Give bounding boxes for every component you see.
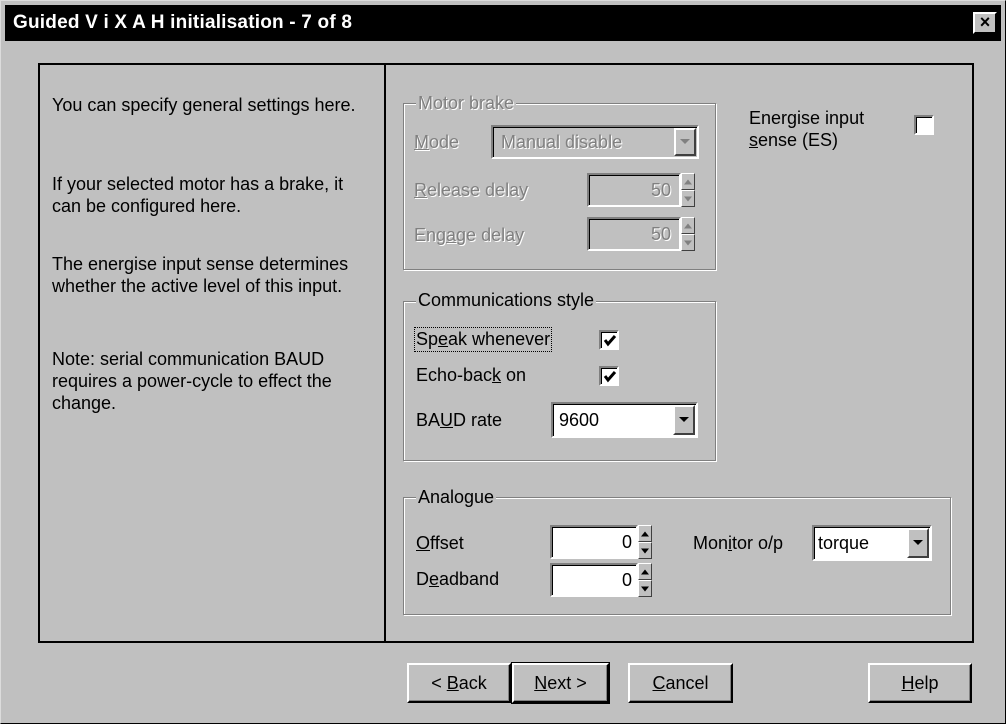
- deadband-label: Deadband: [416, 569, 500, 589]
- offset-field[interactable]: 0: [550, 525, 638, 559]
- engage-spin-down[interactable]: [681, 234, 695, 251]
- baud-dropdown-button[interactable]: [673, 405, 695, 435]
- close-icon: ×: [979, 12, 991, 32]
- arrow-up-icon: [641, 531, 649, 536]
- release-delay-label: Release delay: [414, 180, 529, 200]
- arrow-down-icon: [684, 196, 692, 201]
- deadband-spin-down[interactable]: [638, 580, 652, 597]
- info-paragraph-3: The energise input sense determines whet…: [52, 254, 349, 296]
- offset-spinner[interactable]: [638, 525, 652, 559]
- info-paragraph-1: You can specify general settings here.: [52, 95, 356, 115]
- release-spin-down[interactable]: [681, 190, 695, 207]
- engage-delay-spinner[interactable]: [681, 217, 695, 251]
- echo-back-label: Echo-back on: [416, 365, 527, 385]
- chevron-down-icon: [679, 417, 689, 422]
- info-paragraph-2: If your selected motor has a brake, it c…: [52, 174, 344, 216]
- analogue-legend: Analogue: [416, 487, 497, 508]
- release-delay-value: 50: [650, 180, 671, 200]
- chevron-down-icon: [680, 139, 690, 144]
- echo-back-checkbox[interactable]: [599, 366, 619, 386]
- mode-dropdown[interactable]: Manual disable: [491, 125, 699, 159]
- checkmark-icon: [603, 335, 617, 347]
- engage-spin-up[interactable]: [681, 217, 695, 234]
- arrow-up-icon: [684, 223, 692, 228]
- offset-spin-up[interactable]: [638, 525, 652, 542]
- arrow-up-icon: [641, 569, 649, 574]
- deadband-value: 0: [621, 570, 632, 590]
- offset-label: Offset: [416, 533, 464, 553]
- speak-whenever-checkbox[interactable]: [599, 330, 619, 350]
- monitor-dropdown-button[interactable]: [907, 528, 929, 558]
- deadband-spin-up[interactable]: [638, 563, 652, 580]
- comms-legend: Communications style: [416, 290, 597, 311]
- baud-rate-value: 9600: [559, 410, 600, 430]
- close-button[interactable]: ×: [973, 12, 997, 34]
- energise-label-line2: sense (ES): [749, 130, 839, 150]
- monitor-dropdown[interactable]: torque: [812, 525, 932, 561]
- window-title: Guided V i X A H initialisation - 7 of 8: [13, 12, 353, 33]
- chevron-down-icon: [913, 540, 923, 545]
- release-delay-field[interactable]: 50: [587, 173, 681, 207]
- mode-value: Manual disable: [501, 132, 623, 152]
- baud-rate-dropdown[interactable]: 9600: [551, 402, 698, 438]
- help-button[interactable]: Help: [868, 663, 972, 703]
- info-paragraph-4: Note: serial communication BAUD requires…: [52, 349, 332, 413]
- monitor-label: Monitor o/p: [693, 533, 784, 553]
- energise-label-line1: Energise input: [749, 108, 865, 128]
- engage-delay-label: Engage delay: [414, 225, 525, 245]
- title-bar[interactable]: Guided V i X A H initialisation - 7 of 8…: [5, 5, 1001, 41]
- motor-brake-legend: Motor brake: [416, 93, 517, 114]
- speak-whenever-label[interactable]: Speak whenever: [413, 327, 553, 352]
- mode-label: Mode: [414, 132, 460, 152]
- offset-spin-down[interactable]: [638, 542, 652, 559]
- next-button[interactable]: Next >: [511, 662, 610, 704]
- engage-delay-value: 50: [650, 224, 671, 244]
- wizard-window: Guided V i X A H initialisation - 7 of 8…: [0, 0, 1006, 724]
- offset-value: 0: [621, 532, 632, 552]
- release-delay-spinner[interactable]: [681, 173, 695, 207]
- arrow-down-icon: [641, 586, 649, 591]
- mode-dropdown-button[interactable]: [674, 128, 696, 156]
- deadband-field[interactable]: 0: [550, 563, 638, 597]
- cancel-button[interactable]: Cancel: [628, 663, 733, 703]
- engage-delay-field[interactable]: 50: [587, 217, 681, 251]
- release-spin-up[interactable]: [681, 173, 695, 190]
- arrow-up-icon: [684, 179, 692, 184]
- arrow-down-icon: [684, 240, 692, 245]
- checkmark-icon: [603, 371, 617, 383]
- energise-checkbox[interactable]: [914, 115, 934, 135]
- baud-rate-label: BAUD rate: [416, 410, 503, 430]
- deadband-spinner[interactable]: [638, 563, 652, 597]
- arrow-down-icon: [641, 548, 649, 553]
- back-button[interactable]: < Back: [407, 663, 511, 703]
